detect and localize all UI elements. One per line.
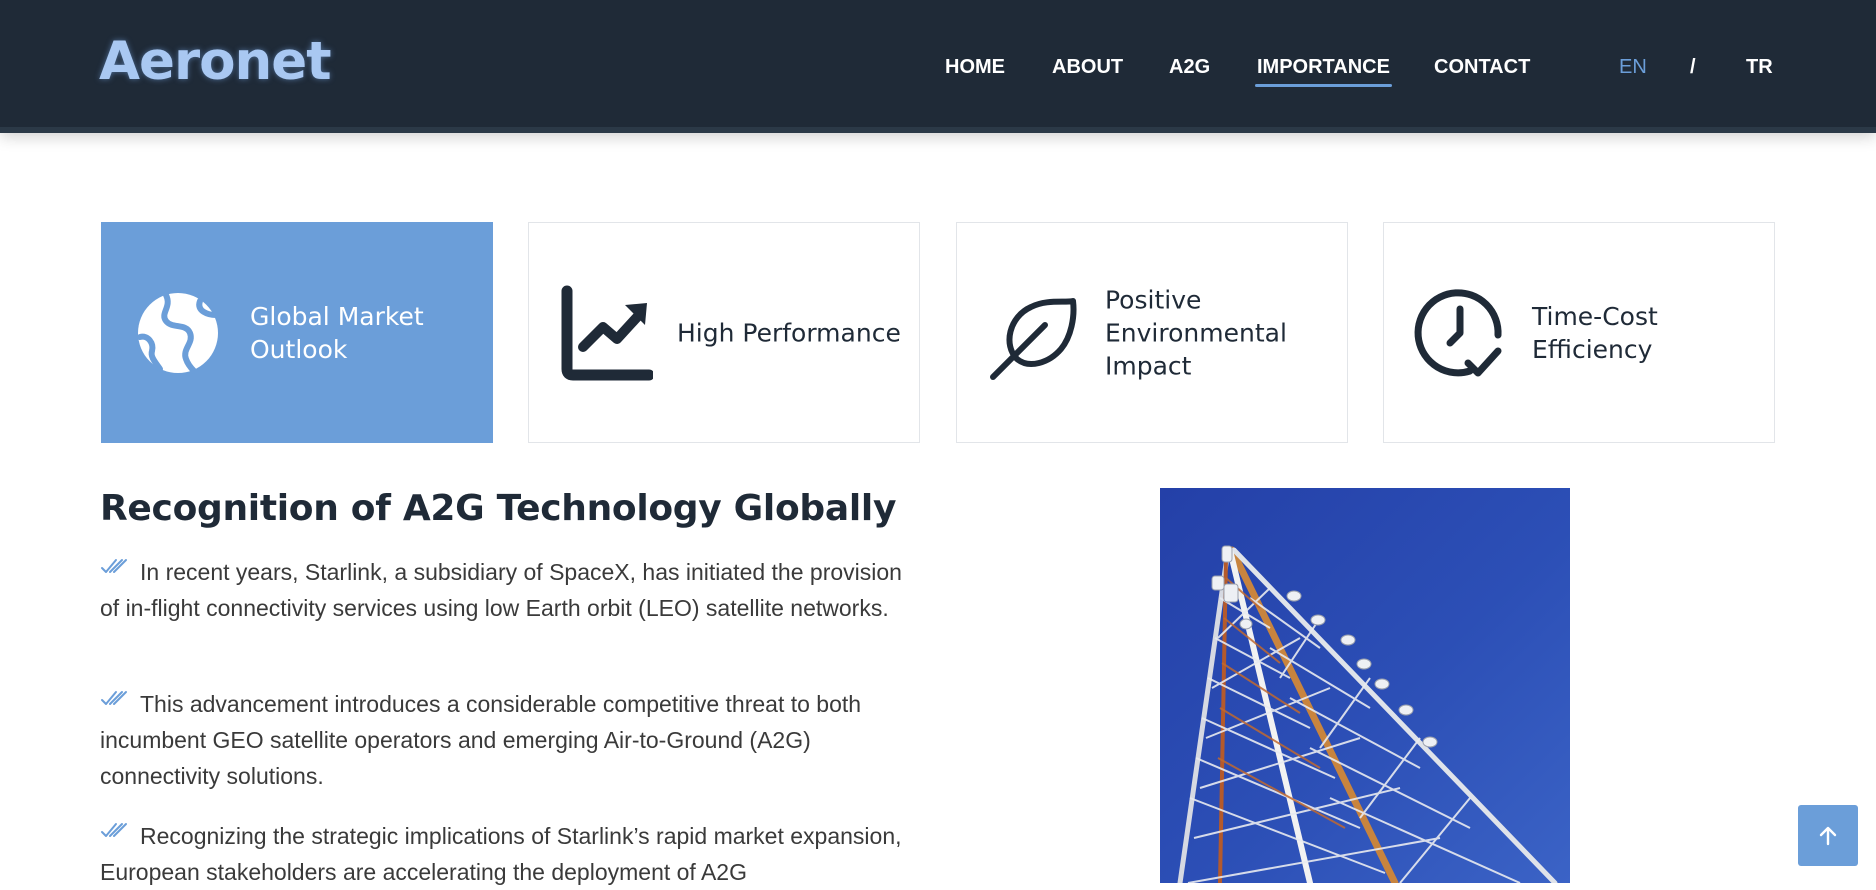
feature-card-high-performance[interactable]: High Performance [528, 222, 920, 443]
article-paragraph: Recognizing the strategic implications o… [100, 818, 910, 890]
lang-en[interactable]: EN [1619, 54, 1647, 80]
nav-importance[interactable]: IMPORTANCE [1255, 54, 1392, 87]
globe-icon [137, 292, 219, 374]
site-header: Aeronet HOME ABOUT A2G IMPORTANCE CONTAC… [0, 0, 1876, 133]
double-check-icon [101, 823, 127, 837]
section-title: Recognition of A2G Technology Globally [100, 488, 897, 529]
feature-card-environmental-impact[interactable]: Positive Environmental Impact [956, 222, 1348, 443]
lang-separator: / [1690, 56, 1696, 78]
nav-home[interactable]: HOME [945, 54, 1005, 80]
double-check-icon [101, 559, 127, 573]
leaf-icon [990, 298, 1077, 380]
feature-label: Positive Environmental Impact [1105, 285, 1287, 380]
nav-contact[interactable]: CONTACT [1434, 54, 1530, 80]
clock-check-icon [1414, 289, 1502, 377]
article-paragraph: In recent years, Starlink, a subsidiary … [100, 554, 910, 626]
feature-label: High Performance [677, 318, 901, 347]
double-check-icon [101, 691, 127, 705]
scroll-to-top-button[interactable] [1798, 805, 1858, 866]
arrow-up-icon [1819, 826, 1837, 845]
feature-card-time-cost[interactable]: Time-Cost Efficiency [1383, 222, 1775, 443]
feature-card-global-market[interactable]: Global Market Outlook [101, 222, 493, 443]
paragraph-text: This advancement introduces a considerab… [100, 691, 862, 789]
paragraph-text: Recognizing the strategic implications o… [100, 823, 902, 885]
feature-label: Time-Cost Efficiency [1532, 301, 1658, 364]
chart-line-up-icon [561, 285, 653, 381]
tower-image [1160, 488, 1570, 883]
paragraph-text: In recent years, Starlink, a subsidiary … [100, 559, 902, 621]
feature-label: Global Market Outlook [250, 301, 424, 364]
article-paragraph: This advancement introduces a considerab… [100, 686, 910, 794]
nav-a2g[interactable]: A2G [1169, 54, 1210, 80]
logo[interactable]: Aeronet [99, 31, 332, 92]
lang-tr[interactable]: TR [1746, 54, 1773, 80]
nav-about[interactable]: ABOUT [1052, 54, 1123, 80]
